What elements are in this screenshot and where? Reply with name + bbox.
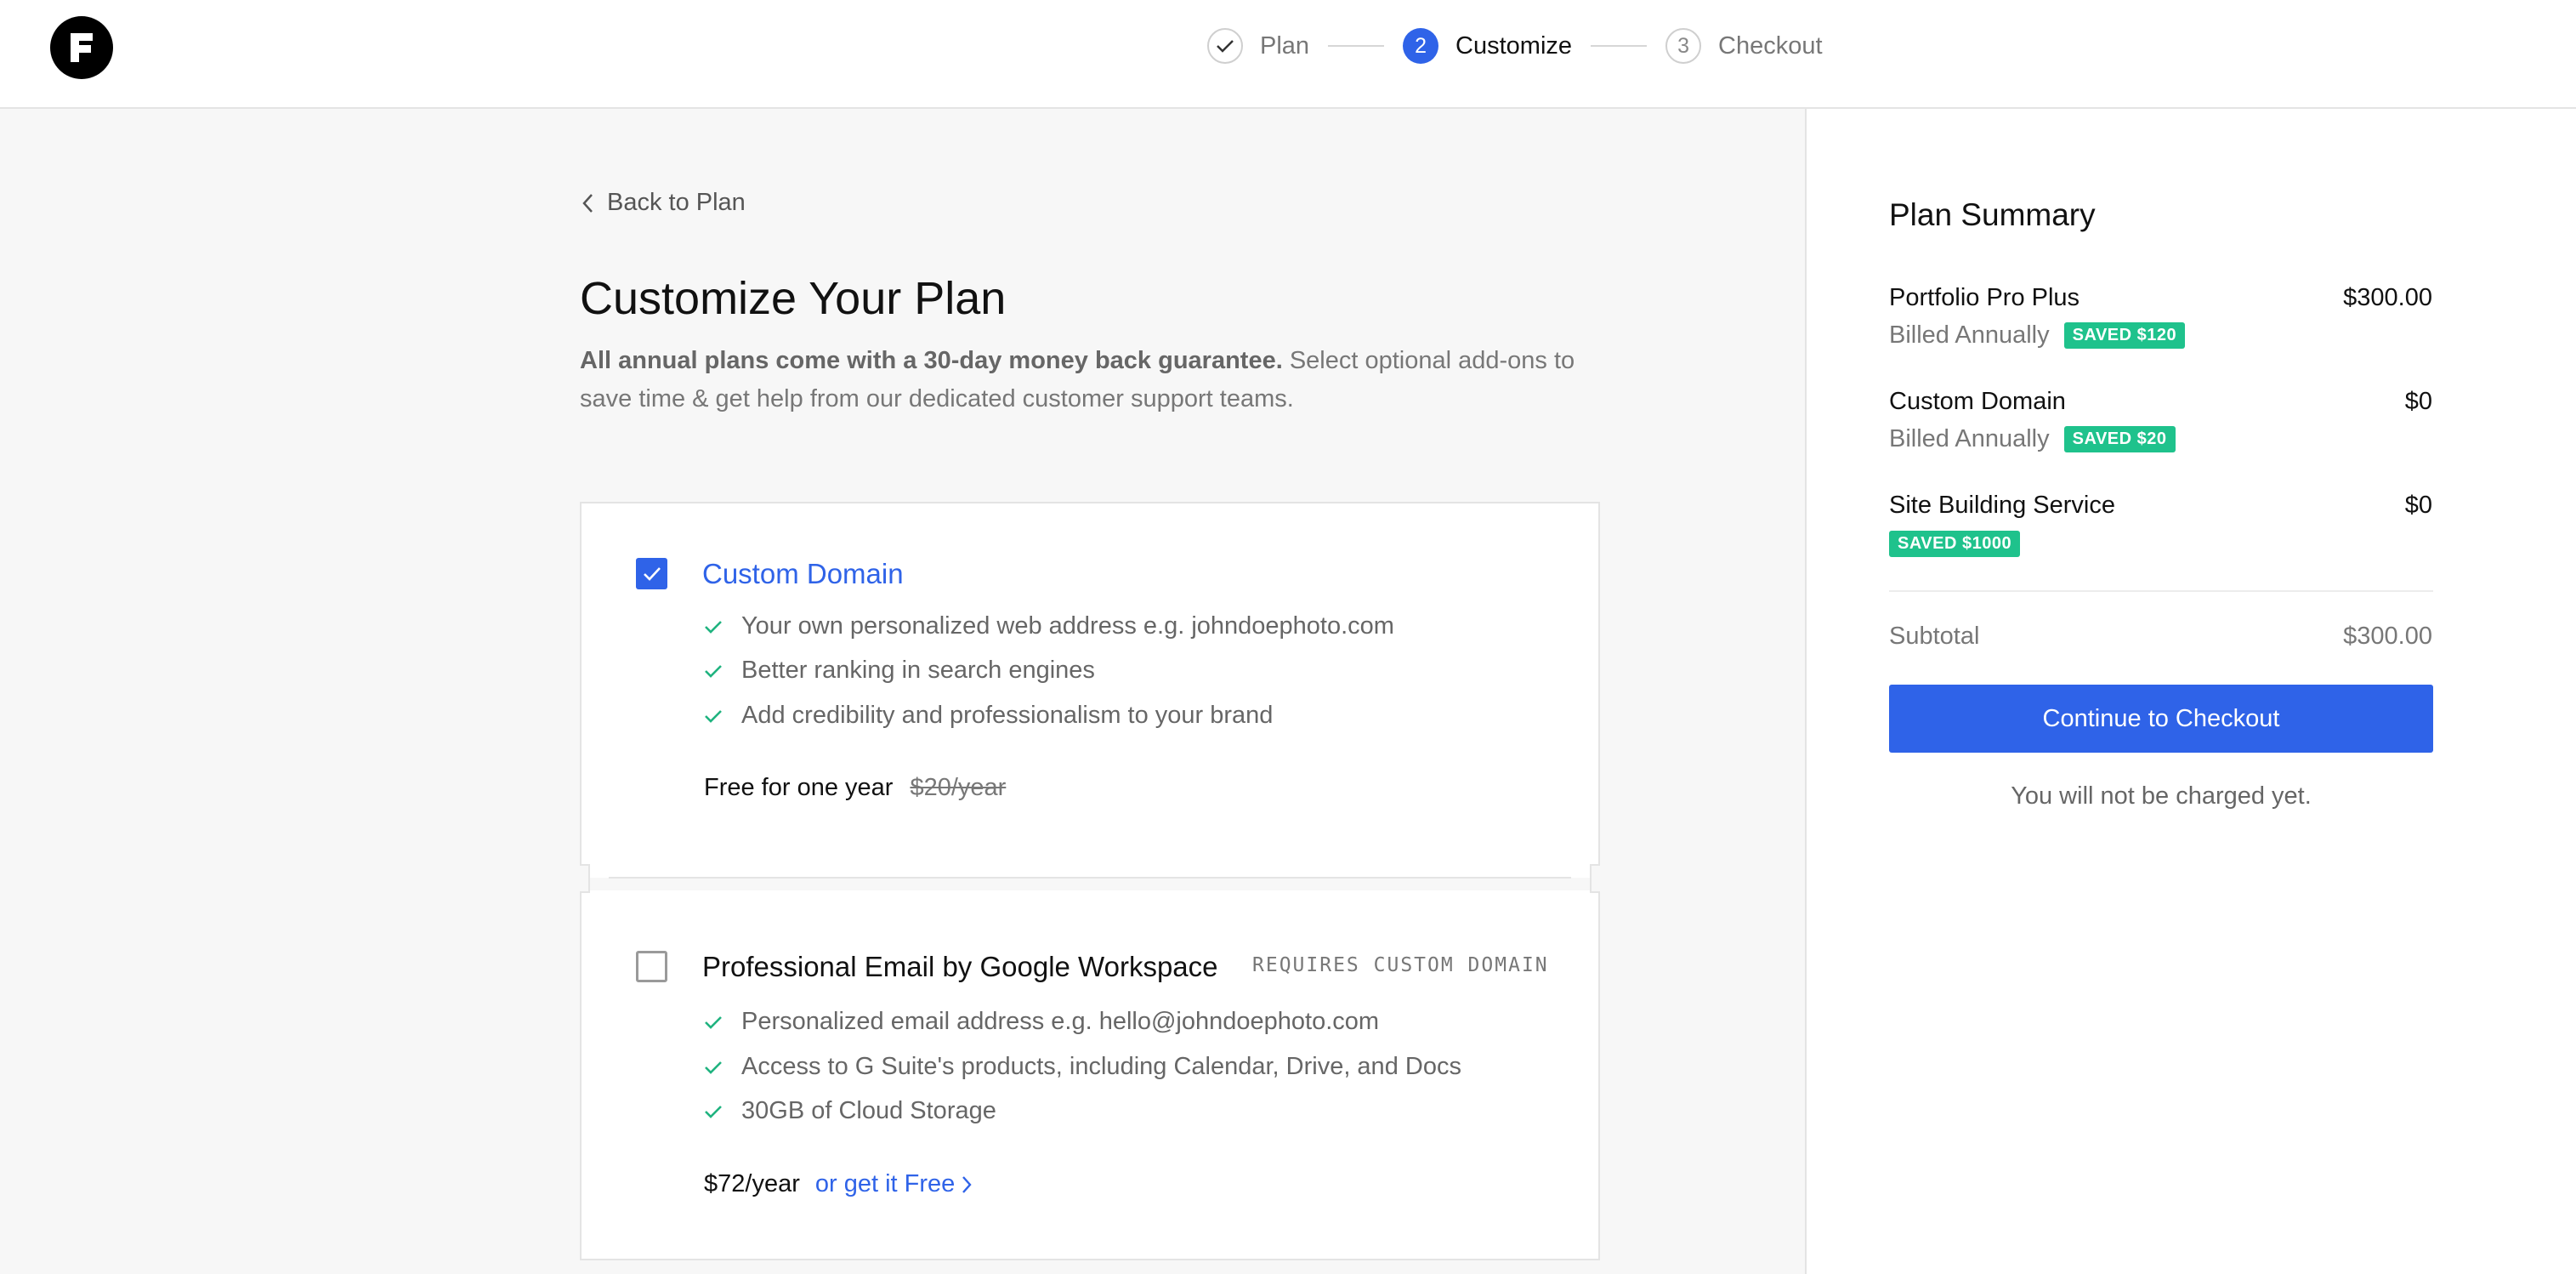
summary-item-name: Site Building Service bbox=[1889, 492, 2115, 519]
step-number-circle: 3 bbox=[1665, 28, 1702, 64]
feature-item: Your own personalized web address e.g. j… bbox=[704, 612, 1394, 640]
billing-cycle: Billed Annually bbox=[1889, 321, 2050, 349]
check-icon bbox=[705, 1061, 722, 1074]
addon-price-line: $72/year or get it Free bbox=[704, 1170, 972, 1198]
requires-domain-tag: REQUIRES CUSTOM DOMAIN bbox=[1252, 954, 1549, 976]
summary-item-price: $300.00 bbox=[2343, 284, 2432, 311]
check-icon bbox=[705, 620, 722, 634]
summary-item-billing: Billed Annually SAVED $120 bbox=[1889, 321, 2186, 350]
feature-item: Access to G Suite's products, including … bbox=[704, 1053, 1461, 1081]
feature-item: Add credibility and professionalism to y… bbox=[704, 702, 1273, 730]
chevron-left-icon bbox=[582, 193, 593, 213]
addon-title-google-workspace[interactable]: Professional Email by Google Workspace bbox=[702, 951, 1218, 983]
plan-summary-panel: Plan Summary Portfolio Pro Plus $300.00 … bbox=[1805, 109, 2576, 1274]
checkmark-icon bbox=[643, 566, 661, 581]
check-icon bbox=[705, 709, 722, 723]
step-label-plan: Plan bbox=[1260, 31, 1310, 60]
card-notch-right bbox=[1590, 864, 1600, 893]
step-connector bbox=[1591, 45, 1648, 47]
logo-f-icon bbox=[71, 33, 93, 62]
google-workspace-checkbox[interactable] bbox=[636, 951, 667, 982]
feature-text: Add credibility and professionalism to y… bbox=[741, 702, 1274, 729]
custom-domain-checkbox[interactable] bbox=[636, 558, 667, 589]
step-plan[interactable]: Plan bbox=[1207, 28, 1309, 64]
step-checkout[interactable]: 3 Checkout bbox=[1665, 28, 1823, 64]
feature-text: Your own personalized web address e.g. j… bbox=[741, 612, 1394, 640]
card-divider bbox=[609, 877, 1571, 879]
billing-cycle: Billed Annually bbox=[1889, 425, 2050, 452]
summary-item-price: $0 bbox=[2404, 492, 2432, 519]
addon-original-price: $20/year bbox=[910, 774, 1007, 801]
addon-title-custom-domain[interactable]: Custom Domain bbox=[702, 558, 904, 590]
feature-text: Better ranking in search engines bbox=[741, 657, 1095, 684]
feature-item: Better ranking in search engines bbox=[704, 657, 1095, 685]
checkout-stepper: Plan 2 Customize 3 Checkout bbox=[1207, 26, 1823, 66]
addon-price: $72/year bbox=[704, 1170, 800, 1197]
summary-item-billing: SAVED $1000 bbox=[1889, 531, 2021, 557]
check-icon bbox=[705, 1015, 722, 1029]
continue-to-checkout-button[interactable]: Continue to Checkout bbox=[1889, 685, 2433, 753]
back-link-label: Back to Plan bbox=[607, 189, 746, 216]
subtotal-label: Subtotal bbox=[1889, 623, 1980, 650]
card-notch-left bbox=[580, 864, 590, 893]
get-it-free-link[interactable]: or get it Free bbox=[815, 1170, 972, 1198]
summary-divider bbox=[1889, 590, 2433, 592]
summary-title: Plan Summary bbox=[1889, 197, 2096, 232]
summary-item-billing: Billed Annually SAVED $20 bbox=[1889, 425, 2176, 453]
addon-price-line: Free for one year $20/year bbox=[704, 774, 1006, 802]
summary-item-name: Custom Domain bbox=[1889, 388, 2066, 415]
back-to-plan-link[interactable]: Back to Plan bbox=[582, 189, 746, 217]
free-link-label: or get it Free bbox=[814, 1170, 956, 1197]
charge-note: You will not be charged yet. bbox=[2011, 782, 2312, 810]
chevron-right-icon bbox=[962, 1175, 972, 1193]
check-icon bbox=[1217, 40, 1234, 53]
check-icon bbox=[705, 664, 722, 678]
addon-price: Free for one year bbox=[704, 774, 894, 801]
summary-item-price: $0 bbox=[2404, 388, 2432, 415]
check-icon bbox=[705, 1105, 722, 1118]
savings-badge: SAVED $20 bbox=[2063, 426, 2176, 452]
feature-text: Personalized email address e.g. hello@jo… bbox=[741, 1008, 1380, 1035]
savings-badge: SAVED $120 bbox=[2063, 322, 2186, 349]
guarantee-text: All annual plans come with a 30-day mone… bbox=[580, 347, 1283, 374]
brand-logo[interactable] bbox=[50, 16, 113, 79]
feature-text: Access to G Suite's products, including … bbox=[741, 1053, 1461, 1080]
subtotal-value: $300.00 bbox=[2343, 623, 2432, 650]
page-description: All annual plans come with a 30-day mone… bbox=[580, 342, 1592, 418]
top-bar: Plan 2 Customize 3 Checkout bbox=[0, 0, 2576, 109]
step-customize[interactable]: 2 Customize bbox=[1403, 28, 1572, 64]
savings-badge: SAVED $1000 bbox=[1889, 531, 2021, 557]
feature-item: 30GB of Cloud Storage bbox=[704, 1097, 996, 1125]
summary-item-name: Portfolio Pro Plus bbox=[1889, 284, 2080, 311]
step-label-checkout: Checkout bbox=[1718, 31, 1823, 60]
feature-item: Personalized email address e.g. hello@jo… bbox=[704, 1008, 1379, 1036]
step-done-circle bbox=[1207, 28, 1243, 64]
page-title: Customize Your Plan bbox=[580, 273, 1007, 324]
feature-text: 30GB of Cloud Storage bbox=[741, 1097, 996, 1124]
step-label-customize: Customize bbox=[1455, 31, 1573, 60]
step-number-circle: 2 bbox=[1403, 28, 1439, 64]
step-connector bbox=[1328, 45, 1385, 47]
